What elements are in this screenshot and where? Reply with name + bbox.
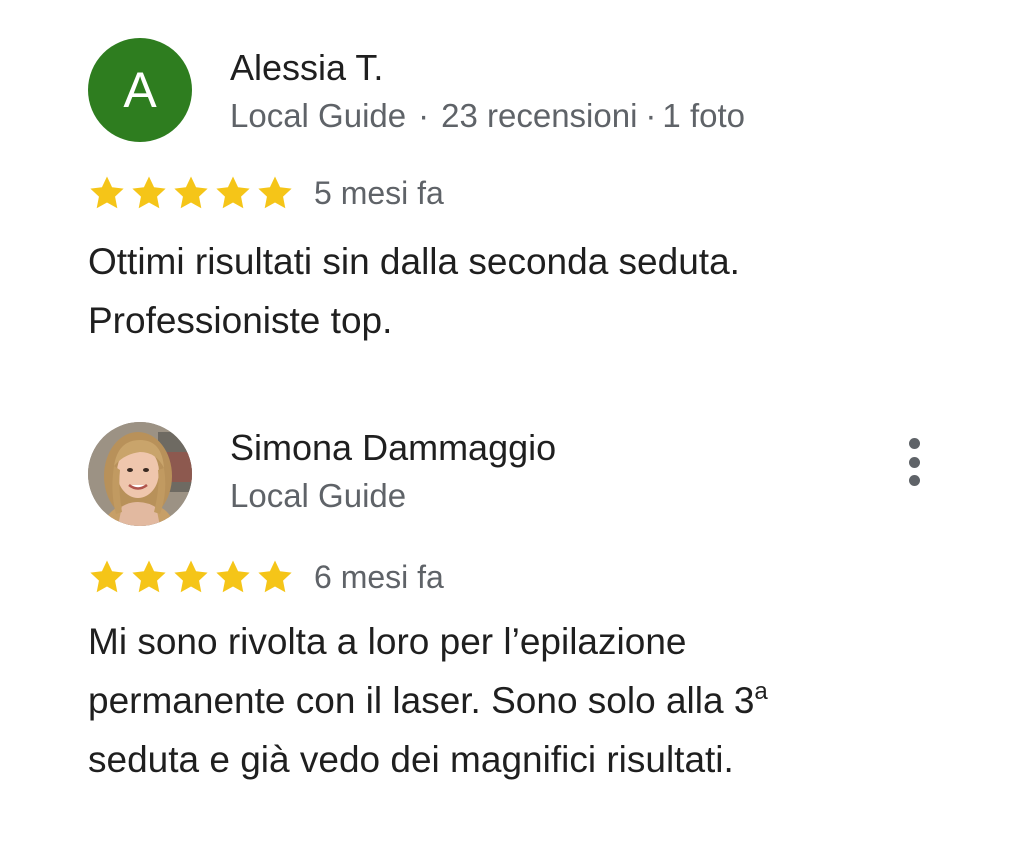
star-icon <box>86 172 128 214</box>
local-guide-badge: Local Guide <box>230 477 407 514</box>
star-icon <box>212 556 254 598</box>
review-card: Simona Dammaggio Local Guide 6 mesi fa M… <box>0 400 1024 840</box>
review-text-line: seduta e già vedo dei magnifici risultat… <box>88 739 734 780</box>
star-icon <box>170 172 212 214</box>
rating-row: 5 mesi fa <box>86 172 444 214</box>
star-icon <box>86 556 128 598</box>
review-text: Ottimi risultati sin dalla seconda sedut… <box>88 232 968 350</box>
ordinal-superscript: a <box>754 678 768 705</box>
star-icon <box>212 172 254 214</box>
star-icon <box>254 172 296 214</box>
author-name[interactable]: Alessia T. <box>230 47 383 89</box>
photo-count: 1 foto <box>662 97 745 134</box>
author-name[interactable]: Simona Dammaggio <box>230 427 556 469</box>
review-text: Mi sono rivolta a loro per l’epilazione … <box>88 612 968 789</box>
review-card: A Alessia T. Local Guide · 23 recensioni… <box>0 0 1024 380</box>
review-date: 5 mesi fa <box>314 174 444 211</box>
more-vert-icon <box>908 475 920 486</box>
avatar[interactable]: A <box>88 38 192 142</box>
review-count: 23 recensioni <box>441 97 638 134</box>
more-vert-icon <box>908 456 920 468</box>
star-icon <box>170 556 212 598</box>
avatar[interactable] <box>88 422 192 526</box>
rating-row: 6 mesi fa <box>86 556 444 598</box>
review-text-line: Ottimi risultati sin dalla seconda sedut… <box>88 241 740 282</box>
author-meta: Local Guide · 23 recensioni · 1 foto <box>230 97 745 135</box>
more-options-button[interactable] <box>896 430 932 494</box>
avatar-photo <box>88 422 192 526</box>
star-rating <box>86 172 296 214</box>
meta-separator: · <box>645 97 657 134</box>
star-rating <box>86 556 296 598</box>
review-text-line-body: permanente con il laser. Sono solo alla … <box>88 680 755 721</box>
star-icon <box>254 556 296 598</box>
star-icon <box>128 556 170 598</box>
author-meta: Local Guide <box>230 477 406 515</box>
local-guide-badge: Local Guide <box>230 97 407 134</box>
review-text-line: Mi sono rivolta a loro per l’epilazione <box>88 621 687 662</box>
more-vert-icon <box>908 438 920 449</box>
review-text-line: permanente con il laser. Sono solo alla … <box>88 671 968 730</box>
avatar-letter: A <box>123 62 157 118</box>
meta-separator: · <box>418 97 430 134</box>
star-icon <box>128 172 170 214</box>
review-date: 6 mesi fa <box>314 558 444 595</box>
review-text-line: Professioniste top. <box>88 300 393 341</box>
